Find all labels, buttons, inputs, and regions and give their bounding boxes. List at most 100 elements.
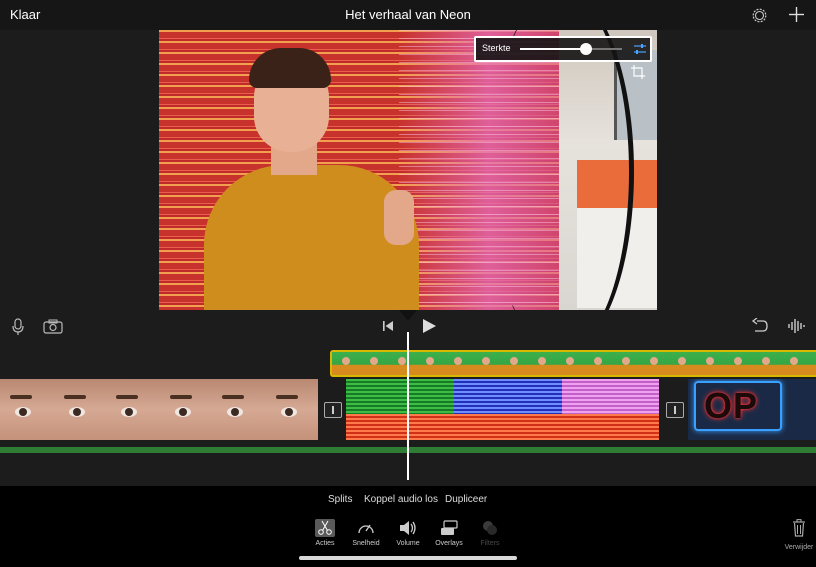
iris	[125, 408, 133, 416]
strength-slider[interactable]	[520, 43, 622, 55]
eye	[175, 407, 191, 417]
sliders-icon[interactable]	[633, 42, 647, 56]
iris	[179, 408, 187, 416]
project-title: Het verhaal van Neon	[345, 7, 471, 22]
neon-sign-text: OP	[704, 385, 759, 426]
thumbnail-face	[510, 357, 518, 365]
thumbnail-face	[594, 357, 602, 365]
clip-thumbnail	[640, 352, 669, 375]
clip-thumbnail	[696, 352, 725, 375]
duplicate-button[interactable]: Dupliceer	[445, 494, 487, 505]
thumbnail-face	[454, 357, 462, 365]
neon-clip[interactable]: OP	[688, 379, 816, 440]
tab-actions-label: Acties	[315, 540, 335, 547]
eyebrow	[276, 395, 298, 399]
clip-thumbnail	[360, 352, 389, 375]
home-indicator[interactable]	[299, 556, 517, 560]
gear-icon[interactable]	[751, 7, 768, 24]
eye	[69, 407, 85, 417]
clip-thumbnail	[556, 352, 585, 375]
thumbnail-face	[790, 357, 798, 365]
tab-volume[interactable]: Volume	[388, 519, 428, 551]
video-preview[interactable]	[159, 30, 657, 310]
plus-icon[interactable]	[788, 6, 805, 23]
tab-volume-label: Volume	[396, 540, 420, 547]
tab-overlays[interactable]: Overlays	[429, 519, 469, 551]
tab-filters[interactable]: Filters	[470, 519, 510, 551]
waveform-icon[interactable]	[787, 317, 807, 335]
tab-speed[interactable]: Snelheid	[346, 519, 386, 551]
scissors-icon	[315, 519, 335, 537]
delete-button[interactable]: Verwijder	[782, 519, 816, 551]
thumbs-up-hand	[384, 190, 414, 245]
rgb-clip[interactable]	[346, 379, 659, 440]
rgb-clip-green-section	[346, 379, 454, 414]
tab-overlays-label: Overlays	[435, 540, 463, 547]
microphone-icon[interactable]	[11, 318, 25, 336]
clip-thumbnail	[106, 379, 213, 440]
filters-icon	[483, 521, 497, 535]
speaker-icon	[400, 521, 416, 535]
skip-to-start-icon[interactable]	[382, 320, 394, 332]
iris	[19, 408, 27, 416]
thumbnail-face	[762, 357, 770, 365]
ring-light-frame	[489, 30, 634, 310]
iris	[231, 408, 239, 416]
clip-thumbnail	[472, 352, 501, 375]
tab-speed-label: Snelheid	[352, 540, 380, 547]
eyebrow	[64, 395, 86, 399]
crop-icon[interactable]	[630, 64, 646, 80]
green-screen-clip[interactable]	[330, 350, 816, 377]
camera-icon[interactable]	[43, 319, 63, 334]
iris	[73, 408, 81, 416]
overlays-icon	[441, 520, 458, 535]
rgb-clip-blue-section	[454, 379, 562, 414]
strength-label: Sterkte	[482, 43, 511, 53]
playhead[interactable]	[407, 332, 409, 480]
strength-slider-fill	[520, 48, 587, 50]
play-icon[interactable]	[421, 318, 437, 334]
clip-thumbnail	[388, 352, 417, 375]
eye	[15, 407, 31, 417]
strength-slider-knob[interactable]	[580, 43, 593, 55]
split-button[interactable]: Splits	[328, 494, 352, 505]
eye	[121, 407, 137, 417]
clip-thumbnail	[584, 352, 613, 375]
person-hair	[249, 48, 331, 88]
thumbnail-face	[734, 357, 742, 365]
thumbnail-face	[426, 357, 434, 365]
eye	[227, 407, 243, 417]
eyebrow	[170, 395, 192, 399]
strength-control: Sterkte	[474, 36, 652, 62]
eye	[281, 407, 297, 417]
clip-thumbnail	[528, 352, 557, 375]
clip-thumbnail	[752, 352, 781, 375]
eyebrow	[222, 395, 244, 399]
speedometer-icon	[358, 524, 374, 534]
thumbnail-face	[482, 357, 490, 365]
rgb-clip-red-section	[346, 414, 659, 440]
thumbnail-face	[538, 357, 546, 365]
thumbnail-face	[370, 357, 378, 365]
tab-actions[interactable]: Acties	[305, 519, 345, 551]
detach-audio-button[interactable]: Koppel audio los	[364, 494, 438, 505]
transition-button[interactable]	[324, 402, 342, 418]
undo-icon[interactable]	[751, 318, 769, 334]
thumbnail-face	[622, 357, 630, 365]
thumbnail-face	[706, 357, 714, 365]
clip-thumbnail	[780, 352, 809, 375]
delete-label: Verwijder	[784, 544, 814, 551]
clip-thumbnail	[612, 352, 641, 375]
thumbnail-face	[398, 357, 406, 365]
playhead-marker	[399, 310, 417, 321]
clip-thumbnail	[416, 352, 445, 375]
tab-filters-label: Filters	[480, 540, 500, 547]
eyebrow	[116, 395, 138, 399]
eyes-clip[interactable]	[0, 379, 318, 440]
transition-button[interactable]	[666, 402, 684, 418]
clip-thumbnail	[500, 352, 529, 375]
eyebrow	[10, 395, 32, 399]
clip-thumbnail	[724, 352, 753, 375]
clip-thumbnail	[808, 352, 816, 375]
thumbnail-face	[678, 357, 686, 365]
